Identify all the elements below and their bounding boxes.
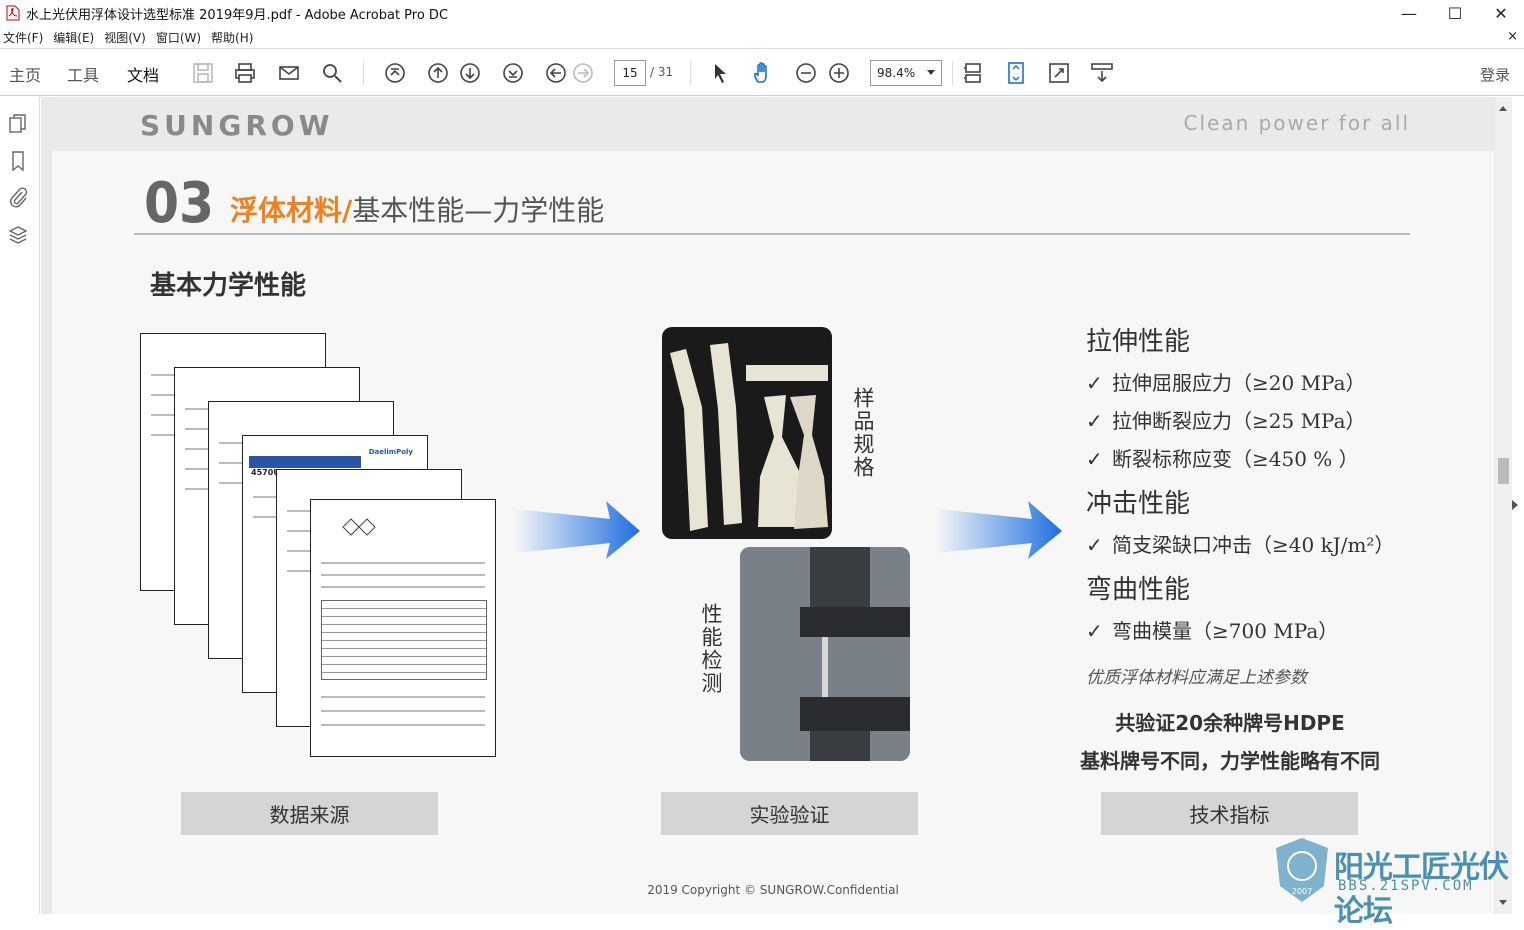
section-title-rest: 基本性能—力学性能 — [352, 194, 605, 227]
maximize-button[interactable]: ☐ — [1432, 0, 1478, 26]
section-divider — [134, 233, 1410, 235]
toolbar-separator — [363, 61, 364, 85]
data-sheet-stack: 4570UV DaelimPoly — [140, 333, 500, 763]
dumbbell-specimen-image — [670, 343, 828, 531]
forum-year: 2007 — [1292, 887, 1312, 896]
print-icon[interactable] — [233, 61, 257, 85]
page-total: / 31 — [650, 65, 674, 79]
check-icon: ✓ — [1086, 371, 1103, 395]
note-text: 优质浮体材料应满足上述参数 — [1086, 668, 1307, 688]
data-sheet-brand-label: DaelimPoly — [368, 448, 413, 456]
toolbar: 主页 工具 文档 15 / 31 98.4% 登录 — [0, 48, 1524, 99]
layers-icon[interactable] — [7, 224, 29, 246]
toolbar-separator — [952, 61, 953, 85]
menu-file[interactable]: 文件(F) — [0, 29, 50, 46]
select-cursor-icon[interactable] — [708, 61, 732, 85]
check-icon: ✓ — [1086, 409, 1103, 433]
box-tech-index: 技术指标 — [1101, 792, 1358, 835]
shield-logo-icon: 2007 — [1276, 838, 1328, 902]
window-title: 水上光伏用浮体设计选型标准 2019年9月.pdf - Adobe Acroba… — [26, 7, 449, 23]
last-page-icon[interactable] — [501, 61, 525, 85]
molecule-diagram — [342, 518, 376, 536]
bookmarks-icon[interactable] — [7, 150, 29, 172]
heading-tensile: 拉伸性能 — [1086, 327, 1191, 357]
email-icon[interactable] — [277, 61, 301, 85]
save-icon[interactable] — [191, 61, 215, 85]
arrow-right-icon — [514, 501, 640, 559]
zoom-level-select[interactable]: 98.4% — [870, 60, 942, 86]
section-number: 03 — [144, 171, 215, 236]
label-performance-test: 性能检测 — [699, 603, 723, 695]
hand-tool-icon[interactable] — [751, 61, 775, 85]
heading-impact: 冲击性能 — [1086, 489, 1191, 519]
sungrow-logo: SUNGROW — [140, 109, 334, 142]
arrow-right-icon — [936, 501, 1062, 559]
check-icon: ✓ — [1086, 447, 1103, 471]
tab-document[interactable]: 文档 — [127, 62, 160, 99]
title-bar: 水上光伏用浮体设计选型标准 2019年9月.pdf - Adobe Acroba… — [0, 0, 1524, 26]
list-item: ✓ 断裂标称应变（≥450 % ） — [1086, 447, 1359, 471]
check-icon: ✓ — [1086, 533, 1103, 557]
zoom-out-icon[interactable] — [794, 61, 818, 85]
list-item: ✓ 拉伸屈服应力（≥20 MPa） — [1086, 371, 1366, 395]
check-icon: ✓ — [1086, 619, 1103, 643]
close-document-button[interactable]: × — [1507, 29, 1518, 44]
tab-tools[interactable]: 工具 — [67, 62, 99, 86]
vertical-scrollbar[interactable] — [1495, 97, 1512, 914]
section-title: 浮体材料/基本性能—力学性能 — [230, 189, 604, 229]
search-icon[interactable] — [320, 61, 344, 85]
sample-specimens-photo — [662, 327, 832, 539]
section-title-highlight: 浮体材料/ — [230, 194, 353, 227]
data-sheet-page — [310, 499, 496, 757]
pdf-file-icon — [6, 5, 20, 21]
menu-edit[interactable]: 编辑(E) — [50, 29, 101, 46]
full-screen-icon[interactable] — [1047, 61, 1071, 85]
summary-line-1: 共验证20余种牌号HDPE — [1115, 711, 1345, 735]
close-window-button[interactable]: ✕ — [1478, 0, 1524, 26]
collapse-right-pane-arrow[interactable] — [1512, 500, 1518, 510]
forum-url: BBS.21SPV.COM — [1338, 878, 1474, 894]
heading-bending: 弯曲性能 — [1086, 575, 1191, 605]
login-button[interactable]: 登录 — [1480, 64, 1510, 85]
attachments-icon[interactable] — [7, 186, 29, 208]
menu-window[interactable]: 窗口(W) — [153, 29, 208, 46]
pdf-page: SUNGROW Clean power for all 03 浮体材料/基本性能… — [52, 97, 1494, 914]
zoom-in-icon[interactable] — [827, 61, 851, 85]
box-data-source: 数据来源 — [181, 792, 438, 835]
tab-home[interactable]: 主页 — [9, 62, 41, 86]
tensile-test-photo — [740, 547, 910, 761]
label-sample-spec: 样品规格 — [851, 387, 875, 479]
list-item: ✓ 弯曲模量（≥700 MPa） — [1086, 619, 1339, 643]
zoom-level-value: 98.4% — [877, 66, 916, 80]
slide-slogan: Clean power for all — [1183, 111, 1410, 135]
slide-subheading: 基本力学性能 — [150, 271, 307, 301]
summary-line-2: 基料牌号不同，力学性能略有不同 — [1080, 749, 1380, 773]
page-number-input[interactable]: 15 — [614, 60, 646, 86]
list-item: ✓ 简支梁缺口冲击（≥40 kJ/m²） — [1086, 533, 1395, 557]
fit-page-icon[interactable] — [1004, 61, 1028, 85]
next-page-icon[interactable] — [458, 61, 482, 85]
menu-bar: 文件(F) 编辑(E) 视图(V) 窗口(W) 帮助(H) × — [0, 26, 1524, 48]
scroll-mode-icon[interactable] — [961, 61, 985, 85]
forum-watermark: 2007 阳光工匠光伏论坛 BBS.21SPV.COM — [1272, 836, 1518, 929]
menu-help[interactable]: 帮助(H) — [208, 29, 260, 46]
test-machine-image — [740, 547, 910, 761]
page-thumbnails-icon[interactable] — [7, 113, 29, 135]
list-item: ✓ 拉伸断裂应力（≥25 MPa） — [1086, 409, 1366, 433]
toolbar-separator — [690, 61, 691, 85]
forward-view-icon[interactable] — [571, 61, 595, 85]
scroll-up-arrow[interactable] — [1499, 106, 1507, 111]
minimize-button[interactable]: — — [1386, 0, 1432, 26]
chevron-down-icon — [927, 70, 935, 75]
scrollbar-thumb[interactable] — [1498, 458, 1509, 484]
navigation-pane — [0, 97, 40, 914]
back-view-icon[interactable] — [544, 61, 568, 85]
menu-view[interactable]: 视图(V) — [101, 29, 153, 46]
box-experiment: 实验验证 — [661, 792, 918, 835]
first-page-icon[interactable] — [383, 61, 407, 85]
previous-page-icon[interactable] — [426, 61, 450, 85]
more-tools-icon[interactable] — [1090, 61, 1114, 85]
slide-header: SUNGROW Clean power for all — [52, 97, 1494, 151]
